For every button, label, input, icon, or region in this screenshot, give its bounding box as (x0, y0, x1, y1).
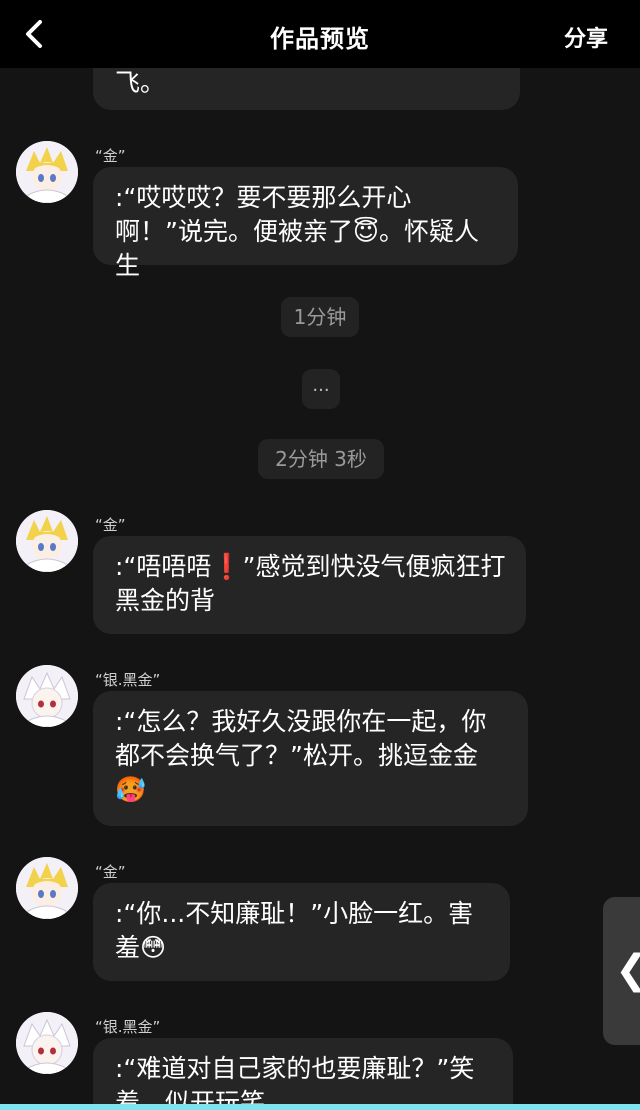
chevron-left-icon: ❮ (615, 945, 640, 995)
sender-name: “金” (95, 147, 126, 165)
avatar[interactable] (16, 1012, 78, 1074)
timestamp: 1分钟 (281, 297, 359, 337)
message-text: :“唔唔唔❗️”感觉到快没气便疯狂打黑金的背 (115, 552, 506, 615)
avatar[interactable] (16, 665, 78, 727)
top-bar: 作品预览 分享 (0, 0, 640, 68)
sender-name: “银.黑金” (95, 671, 161, 689)
avatar[interactable] (16, 510, 78, 572)
message-bubble: :“哎哎哎？要不要那么开心啊！”说完。便被亲了😇。怀疑人生 (93, 167, 518, 280)
side-panel-handle[interactable]: ❮ (603, 897, 640, 1045)
sender-name: “金” (95, 863, 126, 881)
message-bubble: :“唔唔唔❗️”感觉到快没气便疯狂打黑金的背 (93, 536, 526, 634)
avatar-silver-image (16, 665, 78, 727)
avatar[interactable] (16, 857, 78, 919)
message-bubble: :“怎么？我好久没跟你在一起，你都不会换气了？”松开。挑逗金金🥵 (93, 691, 528, 826)
page-title: 作品预览 (270, 25, 370, 53)
message-bubble: :“难道对自己家的也要廉耻？”笑着。似开玩笑 (93, 1038, 513, 1110)
message-text: :“你...不知廉耻！”小脸一红。害羞😳 (115, 899, 474, 962)
sender-name: “金” (95, 516, 126, 534)
message-text: 飞。 (115, 68, 166, 97)
message-bubble: :“你...不知廉耻！”小脸一红。害羞😳 (93, 883, 510, 981)
message-text: :“难道对自己家的也要廉耻？”笑着。似开玩笑 (115, 1054, 475, 1110)
bottom-accent-bar (0, 1104, 640, 1110)
app: 作品预览 分享 飞。 “金” :“哎哎哎？要不要那么开心啊！”说完。便被亲了😇。… (0, 0, 640, 1110)
avatar[interactable] (16, 141, 78, 203)
message-text: :“怎么？我好久没跟你在一起，你都不会换气了？”松开。挑逗金金🥵 (115, 707, 487, 804)
avatar-gold-image (16, 857, 78, 919)
timestamp: 2分钟 3秒 (258, 439, 384, 479)
avatar-gold-image (16, 141, 78, 203)
sender-name: “银.黑金” (95, 1018, 161, 1036)
avatar-silver-image (16, 1012, 78, 1074)
avatar-gold-image (16, 510, 78, 572)
collapsed-messages-button[interactable]: ... (302, 369, 340, 409)
share-button[interactable]: 分享 (564, 21, 608, 53)
message-text: :“哎哎哎？要不要那么开心啊！”说完。便被亲了😇。怀疑人生 (115, 183, 480, 280)
